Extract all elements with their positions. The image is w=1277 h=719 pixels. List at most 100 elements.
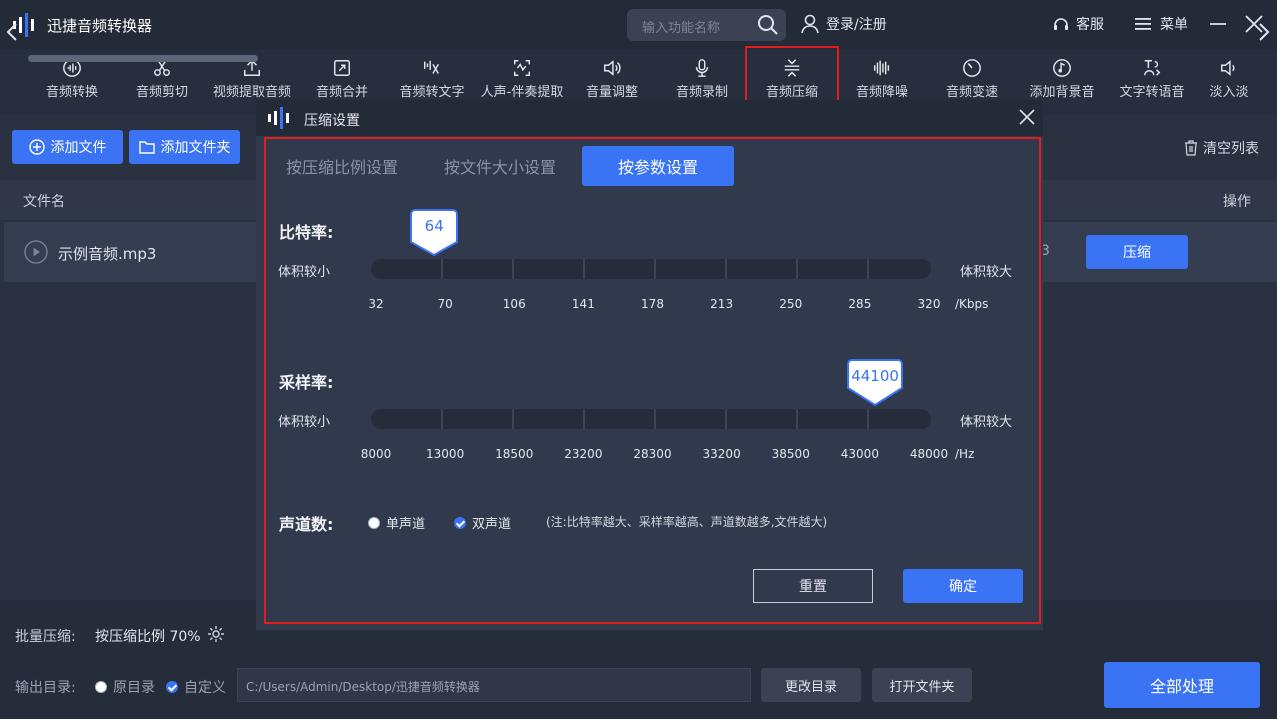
track-divider [796, 409, 798, 429]
bitrate-unit: /Kbps [955, 297, 989, 311]
channel-stereo-radio[interactable]: 双声道 [454, 513, 511, 532]
tool-microphone[interactable]: 音频录制 [654, 50, 750, 100]
tool-label: 音频转换 [45, 85, 98, 100]
tick-label: 32 [368, 297, 384, 311]
tick-label: 285 [848, 297, 872, 311]
tool-label: 音频转文字 [399, 85, 465, 100]
tick-label: 320 [917, 297, 941, 311]
radio-checked-icon[interactable] [454, 516, 466, 529]
chevron-right-icon[interactable] [1258, 22, 1270, 42]
tick-label: 43000 [840, 447, 879, 461]
output-custom-label: 自定义 [184, 680, 226, 696]
add-file-label: 添加文件 [50, 140, 107, 156]
channel-mono-radio[interactable]: 单声道 [368, 513, 425, 532]
column-action: 操作 [1223, 194, 1251, 210]
track-divider [512, 259, 514, 279]
row-compress-button[interactable]: 压缩 [1086, 235, 1188, 269]
dialog-close-icon[interactable] [1018, 108, 1036, 126]
tool-music-note[interactable]: 添加背景音 [1014, 50, 1110, 100]
vocal-extract-icon [514, 60, 530, 76]
tool-noise-bars[interactable]: 音频降噪 [834, 50, 930, 100]
samplerate-slider-track[interactable] [371, 409, 931, 429]
trash-icon [1185, 140, 1197, 156]
search-icon[interactable] [757, 14, 779, 36]
clear-list-button[interactable]: 清空列表 [1184, 138, 1259, 158]
change-dir-button[interactable]: 更改目录 [761, 668, 861, 702]
tool-speed[interactable]: 音频变速 [924, 50, 1020, 100]
plus-circle-icon [28, 139, 45, 155]
tool-label: 音频降噪 [855, 85, 908, 100]
gear-icon[interactable] [207, 625, 225, 643]
tool-label: 音频剪切 [135, 85, 188, 100]
hamburger-icon [1135, 18, 1151, 30]
search-input[interactable]: 输入功能名称 [642, 17, 720, 36]
tab-by-ratio[interactable]: 按压缩比例设置 [276, 146, 408, 186]
noise-bars-icon [874, 60, 890, 76]
tool-label: 音频合并 [315, 85, 368, 100]
tool-label: 视频提取音频 [212, 85, 291, 100]
channel-mono-label: 单声道 [386, 517, 426, 532]
dialog-title-bar [256, 100, 1043, 136]
login-button[interactable]: 登录/注册 [800, 14, 887, 34]
tool-text-convert[interactable]: 音频转文字 [384, 50, 480, 100]
track-divider [725, 259, 727, 279]
column-filename: 文件名 [23, 194, 65, 210]
track-divider [867, 259, 869, 279]
samplerate-min-label: 体积较小 [278, 415, 331, 430]
tool-label: 音频压缩 [765, 85, 818, 100]
batch-compress-value: 按压缩比例 70% [95, 629, 201, 645]
bitrate-slider-handle[interactable]: 64 [410, 209, 459, 257]
minimize-icon[interactable] [1210, 23, 1226, 25]
tab-by-params[interactable]: 按参数设置 [582, 146, 734, 186]
tool-fade[interactable]: 淡入淡 [1208, 50, 1250, 100]
bitrate-min-label: 体积较小 [278, 265, 331, 280]
track-divider [583, 259, 585, 279]
channels-note: (注:比特率越大、采样率越高、声道数越多,文件越大) [546, 515, 828, 529]
row-filename: 示例音频.mp3 [58, 245, 157, 263]
bitrate-slider-track[interactable] [371, 259, 931, 279]
reset-button[interactable]: 重置 [753, 569, 873, 603]
fade-icon [1221, 60, 1235, 76]
play-icon[interactable] [24, 240, 48, 264]
track-divider [654, 259, 656, 279]
tool-volume[interactable]: 音量调整 [564, 50, 660, 100]
track-divider [725, 409, 727, 429]
confirm-button[interactable]: 确定 [903, 569, 1023, 603]
output-original-radio[interactable]: 原目录 [95, 677, 155, 697]
tick-label: 8000 [360, 447, 392, 461]
menu-button[interactable]: 菜单 [1134, 14, 1188, 34]
radio-unchecked-icon[interactable] [368, 516, 380, 529]
toolbar-scrollbar[interactable] [28, 55, 258, 62]
tick-label: 38500 [771, 447, 810, 461]
samplerate-slider-handle[interactable]: 44100 [847, 359, 904, 407]
add-folder-button[interactable]: 添加文件夹 [129, 130, 240, 164]
compress-icon [784, 59, 800, 77]
chevron-left-icon[interactable] [6, 22, 18, 42]
output-path-field[interactable]: C:/Users/Admin/Desktop/迅捷音频转换器 [237, 668, 751, 702]
radio-checked-icon[interactable] [166, 681, 178, 693]
radio-unchecked-icon[interactable] [95, 681, 107, 693]
output-custom-radio[interactable]: 自定义 [166, 677, 226, 697]
dialog-highlight-frame [264, 137, 1041, 624]
tool-text-speech[interactable]: 文字转语音 [1104, 50, 1200, 100]
service-button[interactable]: 客服 [1052, 14, 1104, 34]
tab-by-size[interactable]: 按文件大小设置 [434, 146, 566, 186]
process-all-button[interactable]: 全部处理 [1104, 662, 1260, 708]
batch-compress-label: 批量压缩: [15, 629, 76, 645]
tick-label: 141 [571, 297, 595, 311]
tool-vocal-extract[interactable]: 人声-伴奏提取 [474, 50, 570, 100]
tool-merge[interactable]: 音频合并 [294, 50, 390, 100]
track-divider [512, 409, 514, 429]
channel-stereo-label: 双声道 [472, 517, 512, 532]
open-folder-button[interactable]: 打开文件夹 [872, 668, 972, 702]
service-label: 客服 [1076, 17, 1104, 33]
dialog-title: 压缩设置 [304, 113, 360, 129]
music-note-icon [1053, 59, 1071, 77]
tick-label: 28300 [633, 447, 672, 461]
tool-compress[interactable]: 音频压缩 [744, 50, 840, 100]
user-icon [801, 14, 819, 34]
tool-label: 音频变速 [945, 85, 998, 100]
tool-label: 文字转语音 [1119, 85, 1185, 100]
search-box[interactable]: 输入功能名称 [627, 9, 786, 41]
add-file-button[interactable]: 添加文件 [12, 130, 123, 164]
